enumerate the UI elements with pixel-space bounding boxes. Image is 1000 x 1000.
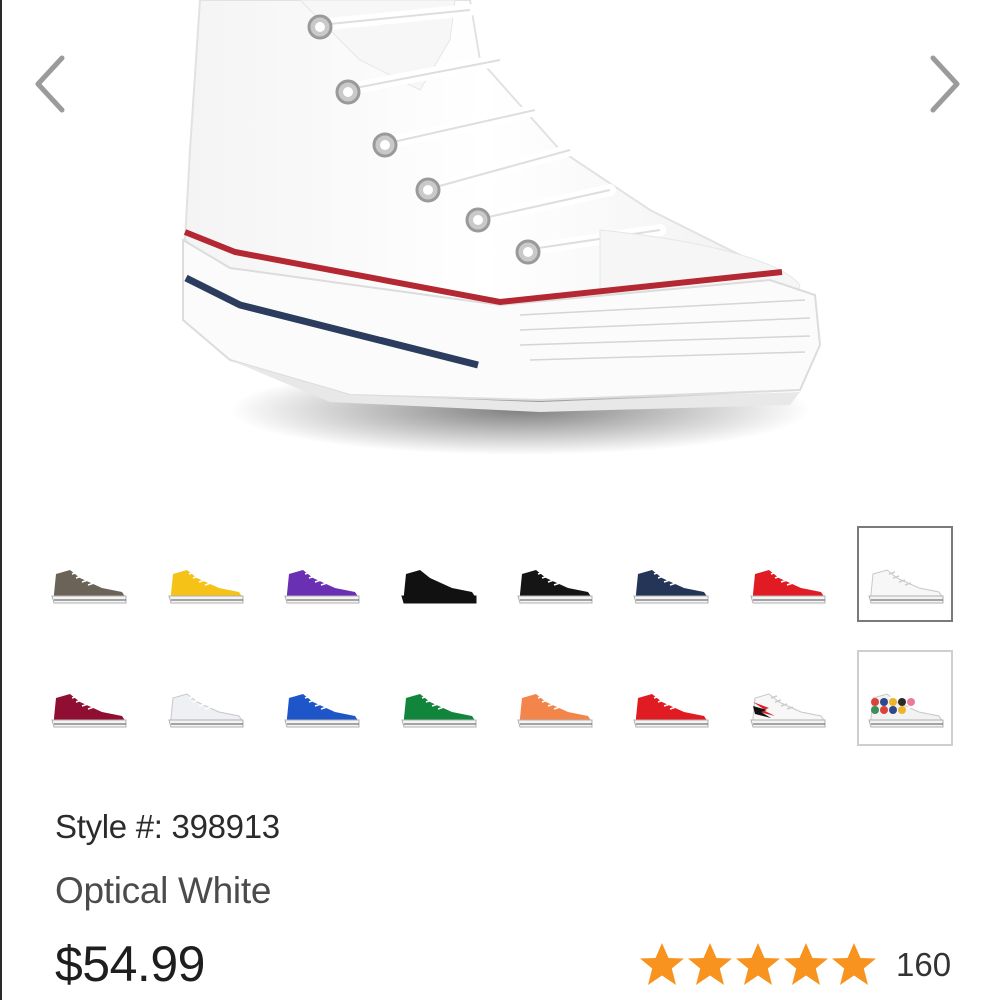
- rating-stars: [638, 941, 878, 989]
- sneaker-thumbnail: [168, 570, 244, 604]
- star-icon: [736, 943, 780, 985]
- color-swatch[interactable]: [157, 526, 253, 622]
- color-swatch[interactable]: [506, 526, 602, 622]
- sneaker-thumbnail: [633, 570, 709, 604]
- product-hero-image: [0, 0, 1000, 500]
- color-swatch-grid: [0, 520, 1000, 760]
- sneaker-thumbnail: [750, 693, 826, 728]
- color-swatch[interactable]: [506, 650, 602, 746]
- sneaker-thumbnail: [284, 570, 360, 604]
- color-swatch[interactable]: [273, 526, 369, 622]
- star-icon: [784, 943, 828, 985]
- rating-summary[interactable]: 160: [638, 940, 951, 990]
- color-swatch[interactable]: [622, 650, 718, 746]
- sneaker-thumbnail: [284, 694, 360, 728]
- color-swatch[interactable]: [857, 526, 953, 622]
- sneaker-thumbnail: [868, 693, 944, 728]
- chevron-left-icon: [35, 55, 65, 113]
- sneaker-thumbnail: [517, 694, 593, 728]
- color-swatch[interactable]: [390, 526, 486, 622]
- color-name: Optical White: [55, 870, 272, 911]
- color-swatch[interactable]: [857, 650, 953, 746]
- color-swatch[interactable]: [622, 526, 718, 622]
- sneaker-thumbnail: [633, 694, 709, 728]
- chevron-right-icon: [930, 55, 960, 113]
- star-icon: [640, 943, 684, 985]
- sneaker-thumbnail: [401, 694, 477, 728]
- color-swatch[interactable]: [40, 526, 136, 622]
- style-number: Style #: 398913: [55, 808, 280, 845]
- price: $54.99: [55, 936, 205, 992]
- color-swatch[interactable]: [390, 650, 486, 746]
- sneaker-thumbnail: [51, 694, 127, 728]
- review-count: 160: [896, 946, 952, 983]
- sneaker-thumbnail: [51, 570, 127, 604]
- sneaker-thumbnail: [750, 570, 826, 604]
- sneaker-illustration: [182, 0, 822, 455]
- star-icon: [688, 943, 732, 985]
- next-image-button[interactable]: [925, 50, 965, 120]
- star-icon: [832, 943, 876, 985]
- sneaker-thumbnail: [868, 569, 944, 604]
- sneaker-thumbnail: [401, 570, 477, 604]
- color-swatch[interactable]: [273, 650, 369, 746]
- sneaker-thumbnail: [517, 570, 593, 604]
- color-swatch[interactable]: [739, 650, 835, 746]
- color-swatch[interactable]: [157, 650, 253, 746]
- sneaker-thumbnail: [168, 693, 244, 728]
- previous-image-button[interactable]: [30, 50, 70, 120]
- color-swatch[interactable]: [40, 650, 136, 746]
- color-swatch[interactable]: [739, 526, 835, 622]
